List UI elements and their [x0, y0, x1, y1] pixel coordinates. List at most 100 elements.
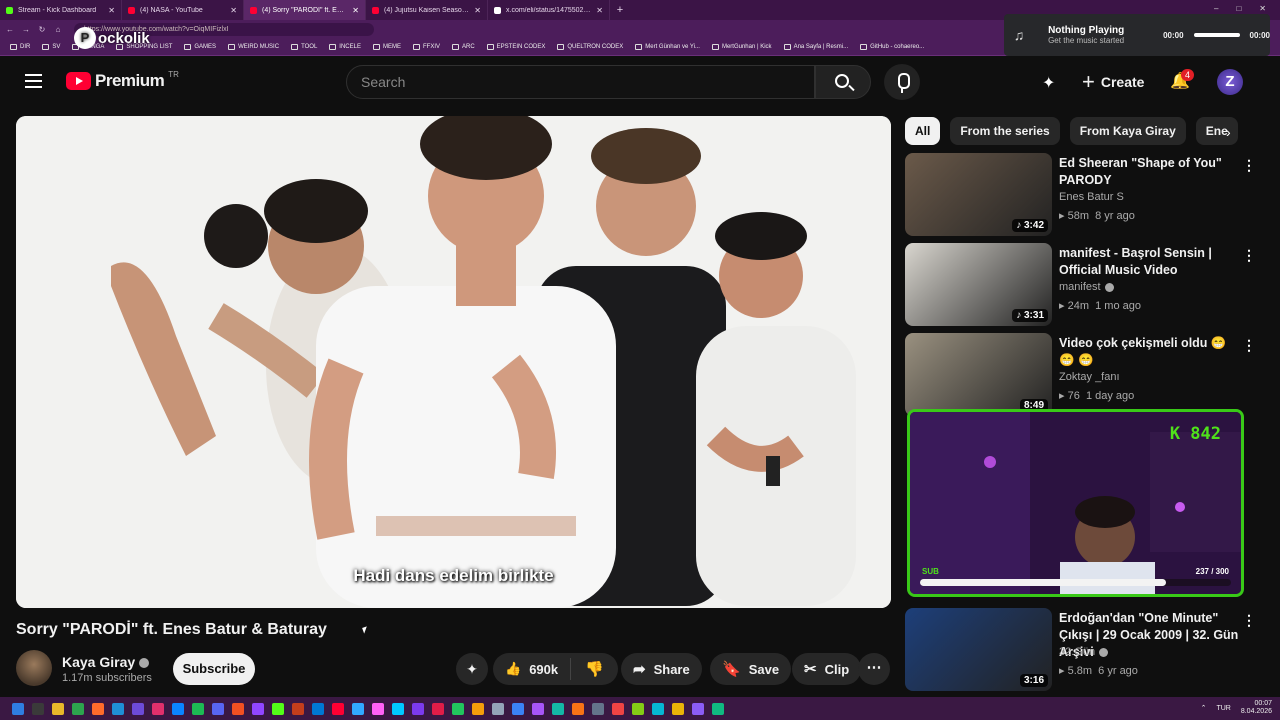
taskbar-app-icon[interactable]	[52, 702, 64, 715]
recommended-channel[interactable]: 32.Gün	[1059, 646, 1109, 658]
bookmark-item[interactable]: MertGunhan | Kick	[708, 44, 776, 50]
reload-icon[interactable]: ↻	[36, 25, 48, 34]
recommended-video[interactable]: 8:49 Video çok çekişmeli oldu 😁😁 😁 Zoktay …	[905, 333, 1265, 417]
bookmark-item[interactable]: Mert Günhan ve Yi...	[631, 44, 704, 50]
bookmark-item[interactable]: DIR	[6, 44, 34, 50]
language-indicator[interactable]: TUR	[1216, 705, 1230, 712]
taskbar-app-icon[interactable]	[32, 702, 44, 715]
more-options-icon[interactable]: ⋮	[1242, 337, 1256, 354]
close-tab-icon[interactable]: ✕	[596, 6, 603, 15]
bookmark-item[interactable]: EPSTEIN CODEX	[483, 44, 550, 50]
new-tab-button[interactable]: +	[610, 4, 630, 16]
taskbar-app-icon[interactable]	[232, 702, 244, 715]
taskbar-app-icon[interactable]	[492, 702, 504, 715]
bookmark-item[interactable]: Ana Sayfa | Resmi...	[780, 44, 853, 50]
browser-tab[interactable]: Stream - Kick Dashboard ✕	[0, 0, 122, 20]
minimize-button[interactable]: –	[1214, 4, 1218, 13]
close-tab-icon[interactable]: ✕	[108, 6, 115, 15]
taskbar-app-icon[interactable]	[612, 702, 624, 715]
taskbar-app-icon[interactable]	[372, 702, 384, 715]
filter-chip[interactable]: From the series	[950, 117, 1060, 145]
clip-button[interactable]: ✂ Clip	[792, 653, 862, 685]
more-options-icon[interactable]: ⋮	[1242, 247, 1256, 264]
youtube-logo[interactable]: Premium TR	[66, 70, 179, 91]
close-tab-icon[interactable]: ✕	[352, 6, 359, 15]
taskbar-app-icon[interactable]	[552, 702, 564, 715]
search-button[interactable]	[815, 65, 871, 99]
taskbar-app-icon[interactable]	[392, 702, 404, 715]
taskbar-app-icon[interactable]	[512, 702, 524, 715]
taskbar-app-icon[interactable]	[212, 702, 224, 715]
tray-chevron-icon[interactable]: ⌃	[1201, 704, 1207, 712]
recommended-title[interactable]: manifest - Başrol Sensin | Official Musi…	[1059, 245, 1239, 279]
channel-name-wrap[interactable]: Kaya Giray	[62, 654, 150, 670]
clock[interactable]: 00:07 8.04.2026	[1241, 700, 1272, 716]
windows-start-icon[interactable]	[12, 702, 24, 715]
taskbar-app-icon[interactable]	[112, 702, 124, 715]
bookmark-item[interactable]: GitHub - cohaereo...	[856, 44, 928, 50]
bookmark-item[interactable]: INCELE	[325, 44, 365, 50]
dislike-button[interactable]: 👎	[571, 660, 618, 678]
channel-name[interactable]: Kaya Giray	[62, 654, 135, 670]
taskbar-app-icon[interactable]	[312, 702, 324, 715]
forward-icon[interactable]: →	[20, 25, 32, 34]
filter-chip[interactable]: All	[905, 117, 941, 145]
video-thumbnail[interactable]: ♪ 3:31	[905, 243, 1052, 326]
taskbar-app-icon[interactable]	[652, 702, 664, 715]
recommended-title[interactable]: Video çok çekişmeli oldu 😁😁 😁	[1059, 335, 1239, 369]
video-thumbnail[interactable]: 3:16	[905, 608, 1052, 691]
taskbar-app-icon[interactable]	[632, 702, 644, 715]
back-icon[interactable]: ←	[4, 25, 16, 34]
recommended-video[interactable]: ♪ 3:42 Ed Sheeran "Shape of You" PARODY En…	[905, 153, 1265, 237]
browser-tab[interactable]: x.com/eli/status/1475502807251... ✕	[488, 0, 610, 20]
taskbar-app-icon[interactable]	[532, 702, 544, 715]
close-window-button[interactable]: ✕	[1259, 4, 1266, 13]
voice-search-button[interactable]	[884, 64, 920, 100]
more-options-icon[interactable]: ⋮	[1242, 157, 1256, 174]
bookmark-item[interactable]: ARC	[448, 44, 479, 50]
home-icon[interactable]: ⌂	[52, 25, 64, 34]
bookmark-item[interactable]: WEIRD MUSIC	[224, 44, 283, 50]
taskbar-app-icon[interactable]	[152, 702, 164, 715]
taskbar-app-icon[interactable]	[412, 702, 424, 715]
bookmark-item[interactable]: GAMES	[180, 44, 220, 50]
search-input[interactable]: Search	[346, 65, 815, 99]
save-button[interactable]: 🔖 Save	[710, 653, 792, 685]
browser-tab[interactable]: (4) NASA - YouTube ✕	[122, 0, 244, 20]
video-thumbnail[interactable]: ♪ 3:42	[905, 153, 1052, 236]
taskbar-app-icon[interactable]	[72, 702, 84, 715]
bookmark-item[interactable]: FFXIV	[409, 44, 444, 50]
chevron-right-icon[interactable]: ›	[1226, 124, 1231, 140]
video-player[interactable]: Hadi dans edelim birlikte	[16, 116, 891, 608]
maximize-button[interactable]: □	[1236, 4, 1241, 13]
video-thumbnail[interactable]: 8:49	[905, 333, 1052, 416]
taskbar-app-icon[interactable]	[292, 702, 304, 715]
taskbar-app-icon[interactable]	[92, 702, 104, 715]
recommended-video[interactable]: ♪ 3:31 manifest - Başrol Sensin | Officia…	[905, 243, 1265, 327]
taskbar-app-icon[interactable]	[592, 702, 604, 715]
taskbar-app-icon[interactable]	[572, 702, 584, 715]
recommended-video[interactable]: 3:16 Erdoğan'dan "One Minute" Çıkışı | 29…	[905, 608, 1265, 692]
filter-chip[interactable]: From Kaya Giray	[1069, 117, 1186, 145]
bookmark-item[interactable]: SV	[38, 44, 64, 50]
taskbar-app-icon[interactable]	[132, 702, 144, 715]
recommended-channel[interactable]: Zoktay _fanı	[1059, 371, 1120, 383]
subscribe-button[interactable]: Subscribe	[173, 653, 255, 685]
music-progress-bar[interactable]	[1193, 33, 1240, 37]
taskbar-app-icon[interactable]	[252, 702, 264, 715]
bookmark-item[interactable]: QUELTRON CODEX	[553, 44, 627, 50]
share-button[interactable]: ➦ Share	[621, 653, 702, 685]
menu-icon[interactable]	[25, 74, 42, 92]
create-button[interactable]: + Create	[1078, 65, 1146, 99]
bookmark-item[interactable]: MEME	[369, 44, 405, 50]
taskbar-app-icon[interactable]	[452, 702, 464, 715]
taskbar-app-icon[interactable]	[272, 702, 284, 715]
recommended-channel[interactable]: manifest	[1059, 281, 1114, 293]
browser-tab[interactable]: (4) Jujutsu Kaisen Season 2 OST - ✕	[366, 0, 488, 20]
recommended-title[interactable]: Ed Sheeran "Shape of You" PARODY	[1059, 155, 1239, 189]
filter-chip[interactable]: Ene	[1195, 117, 1238, 145]
ask-ai-button[interactable]: ✦	[456, 653, 488, 685]
taskbar-app-icon[interactable]	[692, 702, 704, 715]
taskbar-app-icon[interactable]	[672, 702, 684, 715]
channel-avatar[interactable]	[16, 650, 52, 686]
